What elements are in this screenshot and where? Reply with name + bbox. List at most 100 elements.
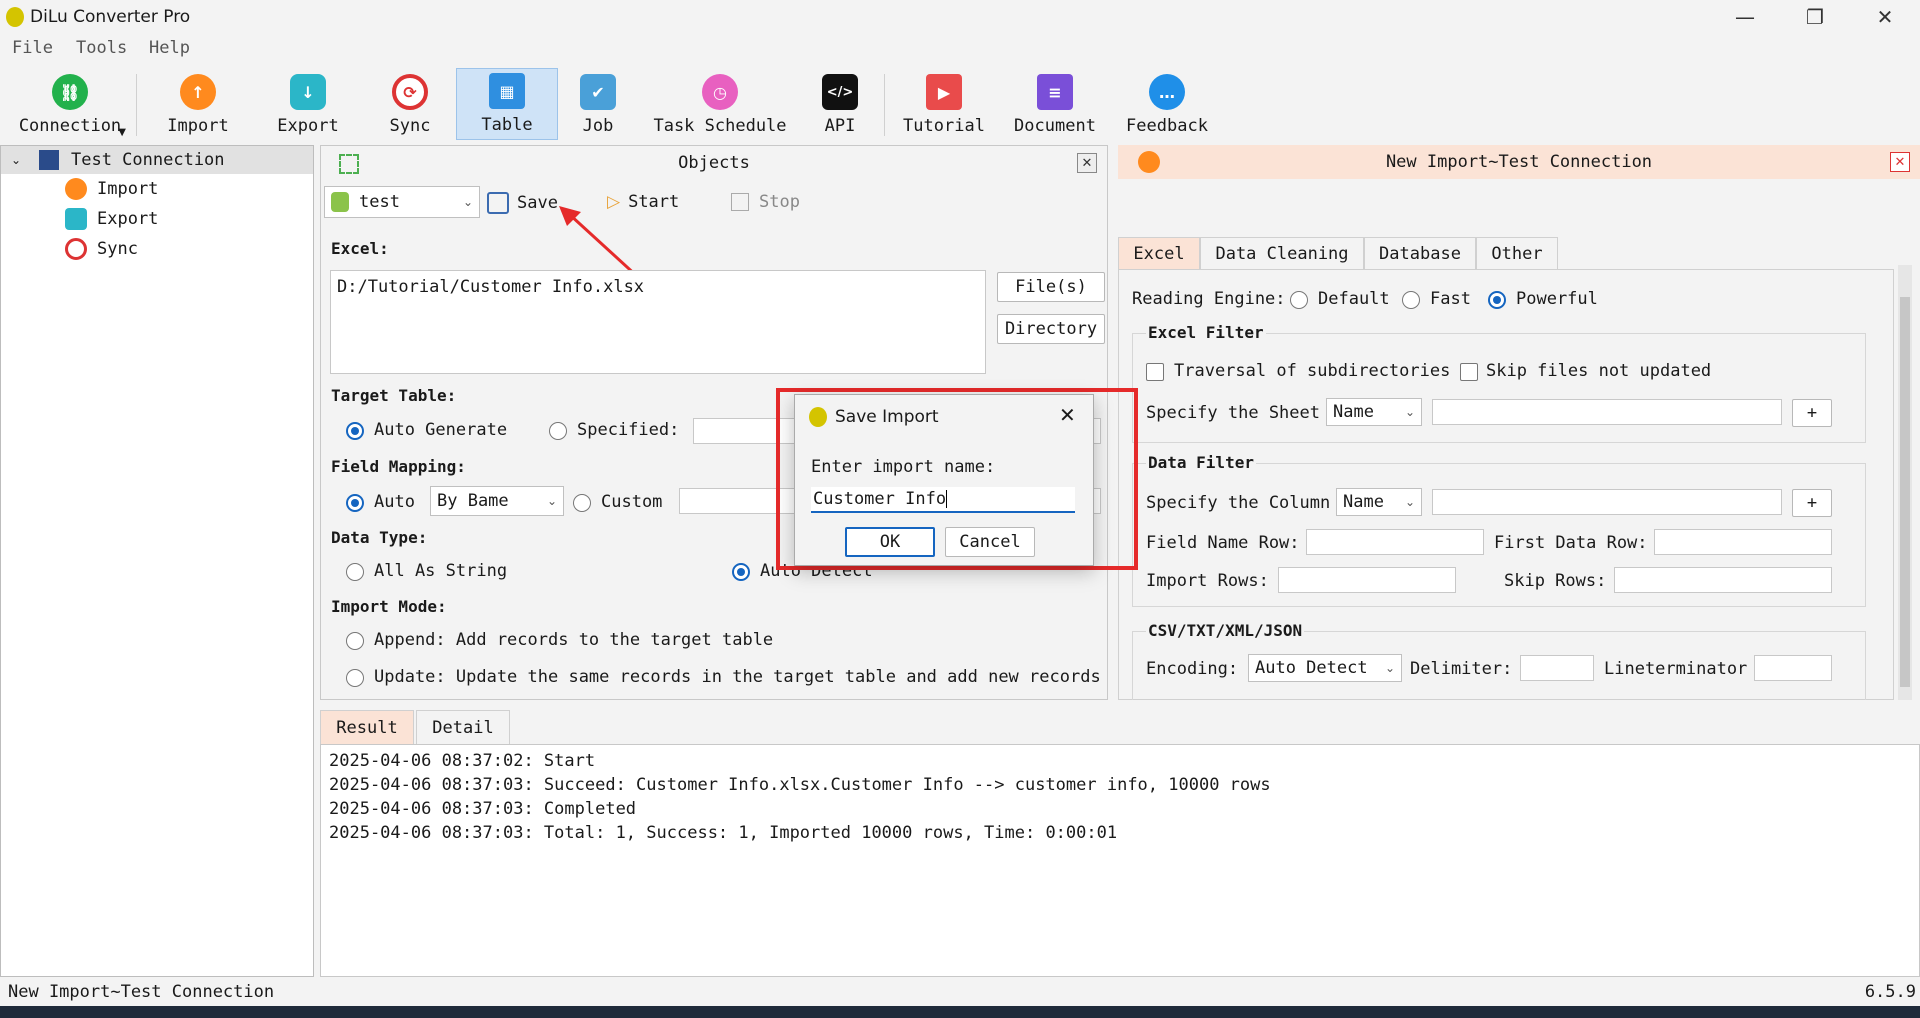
database-select[interactable]: test ⌄	[324, 186, 480, 218]
add-sheet-button[interactable]: +	[1792, 399, 1832, 427]
auto-generate-label: Auto Generate	[374, 420, 508, 440]
tab-data-cleaning[interactable]: Data Cleaning	[1200, 237, 1364, 269]
tree-item-label: Import	[97, 179, 159, 199]
import-label: Import	[167, 116, 229, 136]
engine-powerful-radio[interactable]	[1488, 291, 1506, 309]
save-button[interactable]: Save	[487, 192, 558, 214]
engine-fast-radio[interactable]	[1402, 291, 1420, 309]
custom-mapping-radio[interactable]	[573, 494, 591, 512]
sync-button[interactable]: ⟳ Sync	[360, 68, 460, 140]
app-logo-icon	[6, 7, 24, 27]
field-name-row-input[interactable]	[1306, 529, 1484, 555]
minimize-button[interactable]: —	[1710, 0, 1780, 34]
job-button[interactable]: ✔ Job	[548, 68, 648, 140]
auto-detect-radio[interactable]	[732, 563, 750, 581]
delimiter-label: Delimiter:	[1410, 659, 1513, 679]
mapping-mode-select[interactable]: By Bame ⌄	[430, 486, 564, 516]
log-line: 2025-04-06 08:37:03: Total: 1, Success: …	[329, 823, 1118, 843]
target-table-label: Target Table:	[331, 386, 457, 405]
tab-excel[interactable]: Excel	[1118, 237, 1200, 269]
excel-path-field[interactable]: D:/Tutorial/Customer Info.xlsx	[330, 270, 986, 374]
skip-rows-label: Skip Rows:	[1504, 571, 1607, 591]
column-field[interactable]	[1432, 489, 1782, 515]
document-button[interactable]: ≡ Document	[1005, 68, 1105, 140]
ok-button[interactable]: OK	[845, 527, 935, 557]
sheet-mode-select[interactable]: Name ⌄	[1326, 398, 1422, 426]
menu-help[interactable]: Help	[149, 38, 190, 58]
delimiter-input[interactable]	[1520, 655, 1594, 681]
result-log: 2025-04-06 08:37:02: Start 2025-04-06 08…	[320, 744, 1920, 977]
encoding-select[interactable]: Auto Detect ⌄	[1248, 654, 1402, 682]
update-label: Update: Update the same records in the t…	[374, 667, 1101, 687]
database-icon	[39, 150, 59, 170]
import-name-input[interactable]: Customer Info	[811, 487, 1075, 513]
stop-button[interactable]: Stop	[731, 192, 800, 212]
chevron-down-icon[interactable]: ⌄	[11, 153, 21, 167]
add-column-button[interactable]: +	[1792, 489, 1832, 517]
cancel-button[interactable]: Cancel	[945, 527, 1035, 557]
export-button[interactable]: ↓ Export	[258, 68, 358, 140]
connection-button[interactable]: ⛓ Connection ▼	[10, 68, 130, 140]
update-radio[interactable]	[346, 669, 364, 687]
sync-icon	[65, 238, 87, 260]
feedback-button[interactable]: … Feedback	[1117, 68, 1217, 140]
link-icon: ⛓	[52, 74, 88, 110]
close-window-button[interactable]: ✕	[1850, 0, 1920, 34]
reading-engine-label: Reading Engine:	[1132, 289, 1286, 309]
api-button[interactable]: </> API	[790, 68, 890, 140]
skip-files-checkbox[interactable]	[1460, 363, 1478, 381]
engine-default-label: Default	[1318, 289, 1390, 309]
close-dialog-button[interactable]: ✕	[1059, 403, 1076, 427]
menu-tools[interactable]: Tools	[76, 38, 127, 58]
grid-icon	[339, 154, 359, 174]
tree-item-export[interactable]: Export	[65, 208, 158, 230]
import-button[interactable]: ↑ Import	[148, 68, 248, 140]
first-data-row-input[interactable]	[1654, 529, 1832, 555]
tree-item-import[interactable]: Import	[65, 178, 158, 200]
mapping-mode-value: By Bame	[437, 491, 509, 511]
toolbar-separator	[884, 74, 885, 136]
tab-other[interactable]: Other	[1476, 237, 1558, 269]
skip-rows-input[interactable]	[1614, 567, 1832, 593]
restore-button[interactable]: ❐	[1780, 0, 1850, 34]
tab-result[interactable]: Result	[320, 710, 414, 744]
specified-radio[interactable]	[549, 422, 567, 440]
tab-database[interactable]: Database	[1364, 237, 1476, 269]
chevron-down-icon[interactable]: ▼	[118, 127, 126, 138]
chevron-down-icon: ⌄	[1404, 405, 1415, 419]
chevron-down-icon: ⌄	[546, 494, 557, 508]
auto-generate-radio[interactable]	[346, 422, 364, 440]
menu-file[interactable]: File	[12, 38, 53, 58]
traversal-checkbox[interactable]	[1146, 363, 1164, 381]
first-data-row-label: First Data Row:	[1494, 533, 1648, 553]
stop-label: Stop	[759, 192, 800, 212]
files-button[interactable]: File(s)	[997, 272, 1105, 302]
append-radio[interactable]	[346, 632, 364, 650]
close-objects-button[interactable]: ✕	[1077, 153, 1097, 173]
close-import-button[interactable]: ✕	[1890, 152, 1910, 172]
engine-default-radio[interactable]	[1290, 291, 1308, 309]
engine-powerful-label: Powerful	[1516, 289, 1598, 309]
toolbar: ⛓ Connection ▼ ↑ Import ↓ Export ⟳ Sync …	[0, 64, 1920, 144]
tree-root-label: Test Connection	[71, 150, 225, 170]
sheet-field[interactable]	[1432, 399, 1782, 425]
tree-root-test-connection[interactable]: ⌄ Test Connection	[1, 146, 313, 174]
import-name-value: Customer Info	[813, 489, 947, 509]
tutorial-button[interactable]: ▶ Tutorial	[894, 68, 994, 140]
sheet-mode-value: Name	[1333, 402, 1374, 422]
import-rows-input[interactable]	[1278, 567, 1456, 593]
tab-detail[interactable]: Detail	[416, 710, 510, 744]
lineterminator-input[interactable]	[1754, 655, 1832, 681]
all-as-string-radio[interactable]	[346, 563, 364, 581]
table-button[interactable]: ▦ Table	[456, 68, 558, 140]
auto-mapping-radio[interactable]	[346, 494, 364, 512]
csv-group-title: CSV/TXT/XML/JSON	[1146, 621, 1305, 640]
directory-button[interactable]: Directory	[997, 314, 1105, 344]
tree-item-sync[interactable]: Sync	[65, 238, 138, 260]
scrollbar-thumb[interactable]	[1900, 297, 1910, 687]
new-import-header: New Import~Test Connection ✕	[1118, 145, 1920, 179]
column-mode-select[interactable]: Name ⌄	[1336, 488, 1422, 516]
sync-icon: ⟳	[392, 74, 428, 110]
task-schedule-button[interactable]: ◷ Task Schedule	[650, 68, 790, 140]
cloud-download-icon	[65, 208, 87, 230]
